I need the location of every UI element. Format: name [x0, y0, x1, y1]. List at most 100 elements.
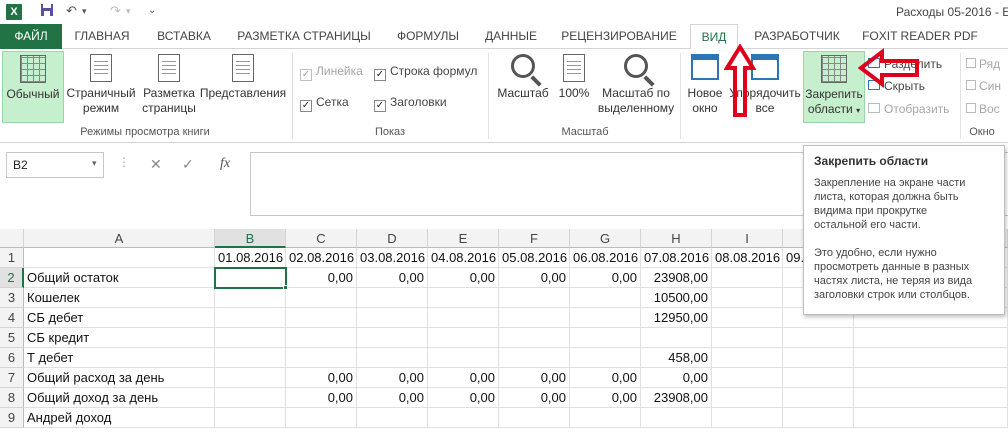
grid-cell[interactable] [641, 408, 712, 428]
tab-developer[interactable]: РАЗРАБОТЧИК [748, 24, 846, 49]
redo-icon[interactable]: ↷ [110, 3, 121, 19]
grid-cell[interactable] [215, 368, 286, 388]
grid-cell[interactable] [783, 328, 854, 348]
grid-cell[interactable]: 0,00 [286, 388, 357, 408]
fill-handle[interactable] [283, 285, 288, 290]
page-break-view-button[interactable]: Страничный режим [64, 51, 138, 116]
grid-cell[interactable]: 0,00 [570, 268, 641, 288]
grid-cell[interactable]: 23908,00 [641, 388, 712, 408]
column-header[interactable]: I [712, 229, 783, 248]
zoom-button[interactable]: Масштаб [494, 51, 552, 101]
row-header[interactable]: 3 [0, 288, 24, 308]
tab-foxit[interactable]: FOXIT READER PDF [858, 24, 982, 49]
select-all-corner[interactable] [0, 229, 24, 248]
grid-cell[interactable]: 02.08.2016 [286, 248, 357, 268]
row-header[interactable]: 4 [0, 308, 24, 328]
grid-cell[interactable] [712, 408, 783, 428]
grid-cell[interactable]: 0,00 [570, 388, 641, 408]
column-header[interactable]: H [641, 229, 712, 248]
row-header[interactable]: 1 [0, 248, 24, 268]
redo-dropdown-icon[interactable]: ▾ [126, 6, 131, 17]
grid-cell[interactable]: 0,00 [499, 268, 570, 288]
grid-cell[interactable]: Т дебет [24, 348, 215, 368]
undo-icon[interactable]: ↶ [66, 3, 77, 19]
grid-cell[interactable] [428, 408, 499, 428]
grid-cell[interactable] [357, 408, 428, 428]
grid-cell[interactable]: 0,00 [428, 388, 499, 408]
customize-qat-icon[interactable]: ⌄ [148, 5, 156, 16]
grid-cell[interactable] [215, 328, 286, 348]
grid-cell[interactable]: 0,00 [357, 388, 428, 408]
grid-cell[interactable] [712, 368, 783, 388]
grid-cell[interactable] [499, 348, 570, 368]
grid-cell[interactable] [712, 288, 783, 308]
grid-cell[interactable]: 08.08.2016 [712, 248, 783, 268]
grid-cell[interactable]: 10500,00 [641, 288, 712, 308]
grid-cell[interactable]: 0,00 [286, 268, 357, 288]
sync-scroll-button[interactable]: Син [966, 79, 1001, 93]
grid-cell[interactable]: Общий остаток [24, 268, 215, 288]
tab-formulas[interactable]: ФОРМУЛЫ [388, 24, 468, 49]
grid-cell[interactable]: 0,00 [499, 388, 570, 408]
column-header[interactable]: A [24, 229, 215, 248]
grid-cell[interactable] [286, 288, 357, 308]
reset-position-button[interactable]: Вос [966, 102, 1000, 116]
column-header[interactable]: E [428, 229, 499, 248]
new-window-button[interactable]: Новое окно [684, 51, 726, 116]
grid-cell[interactable] [428, 308, 499, 328]
grid-cell[interactable] [570, 408, 641, 428]
grid-cell[interactable]: 0,00 [428, 368, 499, 388]
grid-cell[interactable] [286, 408, 357, 428]
grid-cell[interactable]: СБ дебет [24, 308, 215, 328]
row-header[interactable]: 6 [0, 348, 24, 368]
grid-cell[interactable] [712, 308, 783, 328]
grid-cell[interactable] [570, 288, 641, 308]
excel-logo-icon[interactable]: X [6, 4, 22, 20]
grid-cell[interactable]: 12950,00 [641, 308, 712, 328]
grid-cell[interactable] [783, 388, 854, 408]
grid-cell[interactable]: СБ кредит [24, 328, 215, 348]
grid-cell[interactable] [783, 348, 854, 368]
grid-cell[interactable] [428, 288, 499, 308]
grid-cell[interactable] [854, 348, 1008, 368]
row-header[interactable]: 8 [0, 388, 24, 408]
grid-cell[interactable]: 06.08.2016 [570, 248, 641, 268]
grid-cell[interactable] [215, 308, 286, 328]
grid-cell[interactable] [286, 308, 357, 328]
grid-cell[interactable] [499, 308, 570, 328]
column-header[interactable]: G [570, 229, 641, 248]
row-header[interactable]: 5 [0, 328, 24, 348]
grid-cell[interactable] [499, 288, 570, 308]
headings-checkbox[interactable]: ✓ Заголовки [374, 95, 447, 112]
custom-views-button[interactable]: Представления [198, 51, 288, 101]
insert-function-icon[interactable]: fx [220, 156, 230, 172]
grid-cell[interactable]: 03.08.2016 [357, 248, 428, 268]
grid-cell[interactable]: 0,00 [641, 368, 712, 388]
column-header[interactable]: F [499, 229, 570, 248]
freeze-panes-button[interactable]: Закрепить области ▾ [803, 51, 865, 123]
zoom-100-button[interactable]: 100% [554, 51, 594, 101]
undo-dropdown-icon[interactable]: ▾ [82, 6, 87, 17]
grid-cell[interactable] [712, 328, 783, 348]
grid-cell[interactable] [357, 328, 428, 348]
column-header[interactable]: C [286, 229, 357, 248]
grid-cell[interactable] [712, 268, 783, 288]
grid-cell[interactable] [215, 288, 286, 308]
grid-cell[interactable] [286, 328, 357, 348]
gridlines-checkbox[interactable]: ✓ Сетка [300, 95, 349, 112]
grid-cell[interactable]: 04.08.2016 [428, 248, 499, 268]
grid-cell[interactable] [783, 368, 854, 388]
grid-cell[interactable]: 0,00 [570, 368, 641, 388]
grid-cell[interactable] [24, 248, 215, 268]
ruler-checkbox[interactable]: ✓ Линейка [300, 64, 363, 81]
grid-cell[interactable] [783, 408, 854, 428]
grid-cell[interactable]: 01.08.2016 [215, 248, 286, 268]
tab-insert[interactable]: ВСТАВКА [146, 24, 222, 49]
grid-cell[interactable] [712, 348, 783, 368]
grid-cell[interactable]: 07.08.2016 [641, 248, 712, 268]
grid-cell[interactable]: Андрей доход [24, 408, 215, 428]
tab-data[interactable]: ДАННЫЕ [476, 24, 546, 49]
grid-cell[interactable]: 458,00 [641, 348, 712, 368]
tab-review[interactable]: РЕЦЕНЗИРОВАНИЕ [556, 24, 682, 49]
column-header[interactable]: D [357, 229, 428, 248]
